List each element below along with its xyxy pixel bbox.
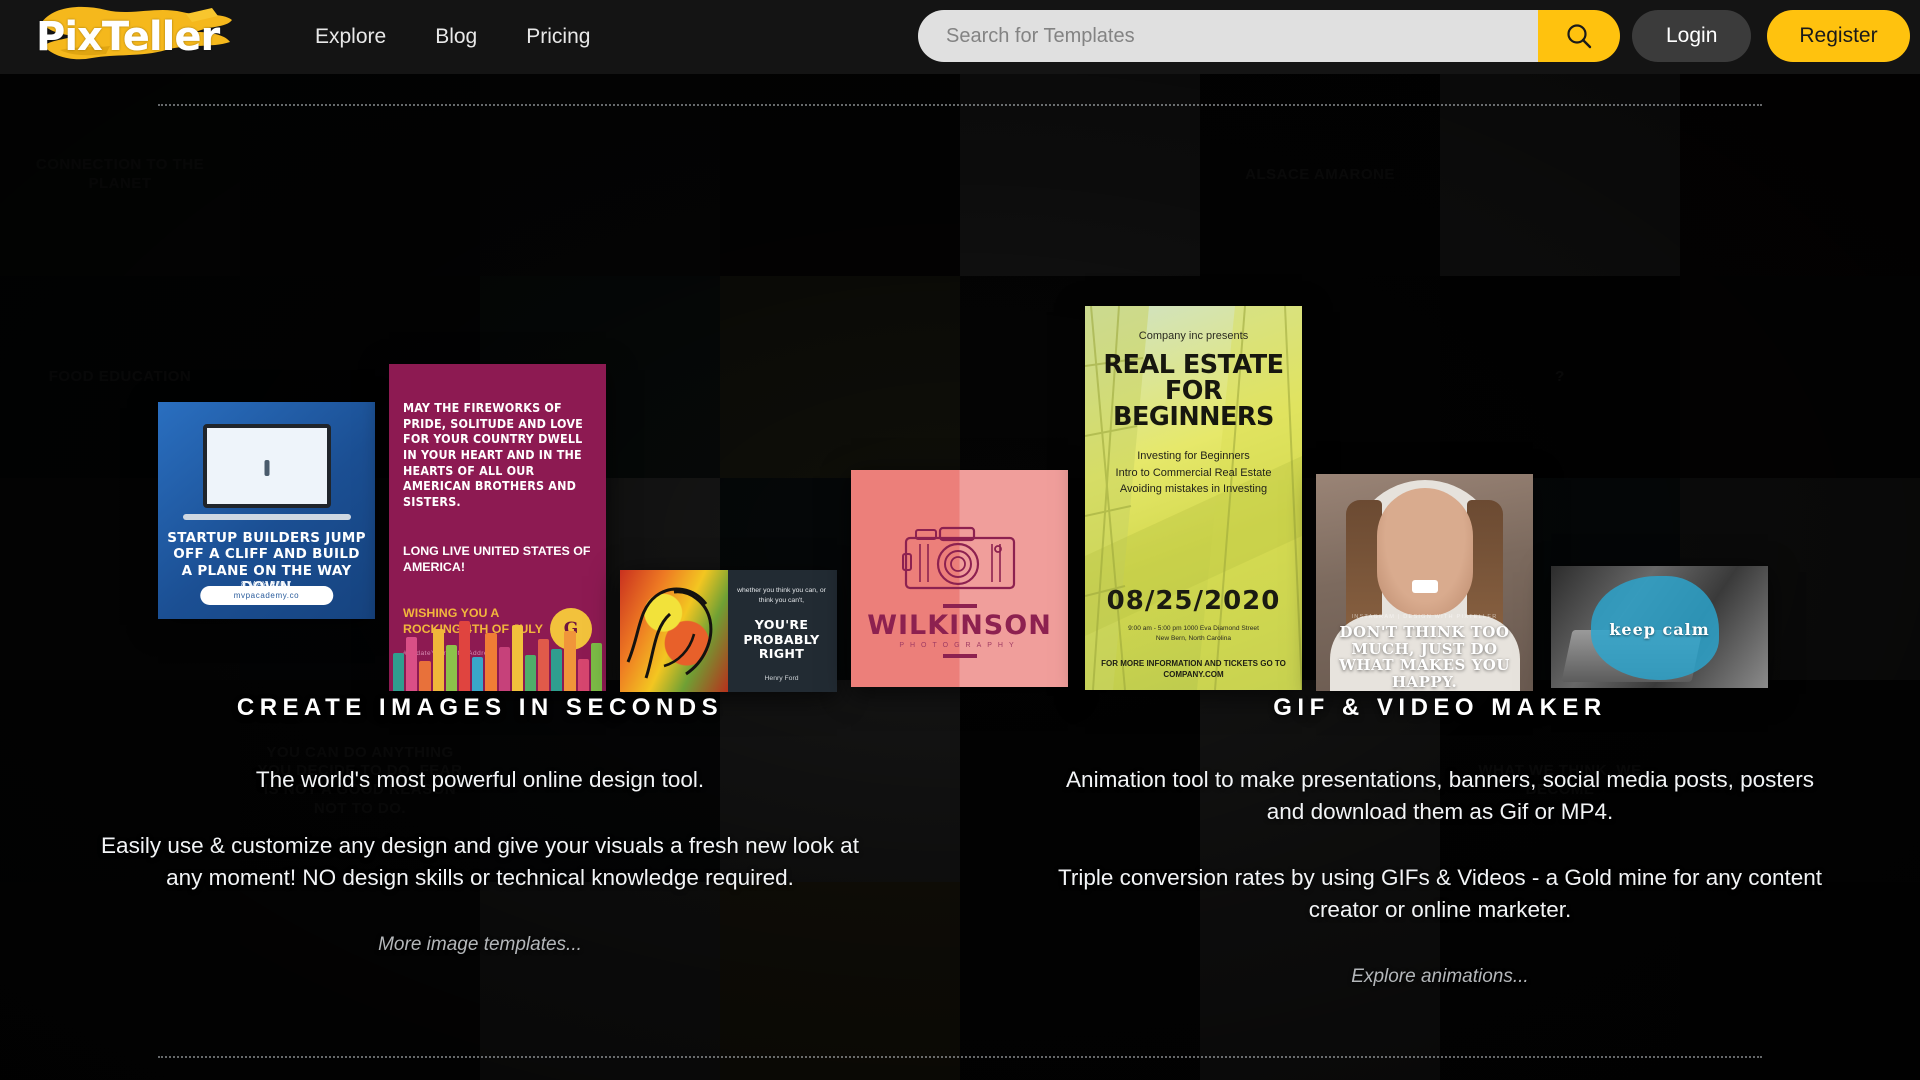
card-happy-quote: DON'T THINK TOO MUCH, JUST DO WHAT MAKES…: [1339, 623, 1510, 691]
skyline-building: [406, 637, 418, 691]
main-nav: Explore Blog Pricing: [315, 25, 590, 49]
template-card-startup[interactable]: STARTUP BUILDERS JUMP OFF A CLIFF AND BU…: [158, 402, 375, 619]
card-july-main: MAY THE FIREWORKS OF PRIDE, SOLITUDE AND…: [403, 400, 583, 509]
card-keepcalm-text: keep calm: [1609, 620, 1710, 639]
column-1-lead: The world's most powerful online design …: [255, 767, 705, 792]
skyline-building: [577, 659, 589, 691]
skyline-building: [590, 643, 602, 691]
column-2-title: GIF & VIDEO MAKER: [1273, 694, 1607, 721]
top-header: PixTeller Explore Blog Pricing Login Reg…: [0, 0, 1920, 74]
laptop-base: [182, 514, 351, 520]
laptop-illustration-icon: [202, 424, 331, 508]
skyline-building: [458, 621, 471, 691]
nav-item-pricing[interactable]: Pricing: [526, 25, 590, 49]
skyline-building: [564, 631, 576, 691]
logo-wordmark: PixTeller: [36, 14, 220, 60]
skyline-building: [524, 655, 537, 691]
skyline-building: [419, 661, 431, 691]
wilkinson-rule-bottom: [942, 654, 977, 658]
column-1-body: Easily use & customize any design and gi…: [101, 832, 859, 890]
nav-item-explore[interactable]: Explore: [315, 25, 386, 49]
skyline-building: [551, 649, 563, 691]
skyline-building: [393, 653, 405, 691]
skyline-building: [485, 633, 497, 691]
dotted-divider-top: [158, 104, 1762, 106]
skyline-building: [498, 647, 510, 691]
skyline-building: [432, 629, 444, 691]
template-card-fourth-of-july[interactable]: MAY THE FIREWORKS OF PRIDE, SOLITUDE AND…: [389, 364, 606, 691]
hero-stage: CONNECTION TO THE PLANETALSACE AMARONEFO…: [0, 74, 1920, 1080]
search-button[interactable]: [1538, 10, 1620, 62]
template-card-wilkinson-photography[interactable]: WILKINSON PHOTOGRAPHY: [851, 470, 1068, 687]
card-realestate-presents: Company inc presents: [1138, 330, 1249, 342]
column-gif-video-maker: GIF & VIDEO MAKER Animation tool to make…: [960, 694, 1920, 988]
search-icon: [1567, 24, 1592, 49]
auth-actions: Login Register: [1632, 10, 1910, 62]
template-card-keep-calm[interactable]: keep calm: [1551, 566, 1768, 688]
skyline-building: [472, 657, 484, 691]
column-2-link[interactable]: Explore animations...: [1351, 966, 1528, 987]
template-card-happy-quote[interactable]: INSTAGRAM | DESIGN WITH PIXTELLER DON'T …: [1316, 474, 1533, 691]
card-realestate-date: 08/25/2020: [1106, 586, 1281, 616]
card-quote-author: Henry Ford: [764, 675, 799, 682]
column-1-title: CREATE IMAGES IN SECONDS: [236, 694, 724, 721]
column-1-link[interactable]: More image templates...: [378, 934, 582, 955]
feature-columns: CREATE IMAGES IN SECONDS The world's mos…: [0, 694, 1920, 988]
search-bar: [918, 10, 1620, 62]
card-wilkinson-sub: PHOTOGRAPHY: [899, 642, 1020, 649]
wilkinson-rule-top: [942, 604, 977, 608]
card-startup-pill: mvpacademy.co: [199, 586, 334, 605]
skyline-building: [538, 639, 550, 691]
column-create-images: CREATE IMAGES IN SECONDS The world's mos…: [0, 694, 960, 988]
portrait-face-icon: [1376, 488, 1473, 616]
card-happy-credit: INSTAGRAM | DESIGN WITH PIXTELLER: [1351, 614, 1498, 620]
card-realestate-address: 9:00 am - 5:00 pm 1000 Eva Diamond Stree…: [1128, 625, 1259, 642]
card-july-mid: LONG LIVE UNITED STATES OF AMERICA!: [403, 544, 591, 574]
card-quote-intro: whether you think you can, or think you …: [737, 587, 826, 605]
card-quote-main: YOU'RE PROBABLY RIGHT: [743, 617, 820, 662]
search-input[interactable]: [918, 10, 1538, 62]
column-2-lead: Animation tool to make presentations, ba…: [1066, 767, 1814, 824]
skyline-building: [511, 625, 523, 691]
card-realestate-footer: FOR MORE INFORMATION AND TICKETS GO TO C…: [1101, 659, 1286, 679]
template-card-henry-ford-quote[interactable]: whether you think you can, or think you …: [620, 570, 837, 692]
skyline-building: [445, 645, 457, 691]
camera-icon: [901, 526, 1015, 590]
nav-item-blog[interactable]: Blog: [435, 25, 477, 49]
card-realestate-subtitle: Investing for Beginners Intro to Commerc…: [1115, 450, 1272, 496]
dotted-divider-bottom: [158, 1056, 1762, 1058]
lion-lines-icon: [626, 587, 713, 679]
card-realestate-title: REAL ESTATE FOR BEGINNERS: [1103, 350, 1284, 432]
city-skyline-illustration-icon: [389, 609, 606, 691]
card-wilkinson-name: WILKINSON: [867, 610, 1052, 641]
login-button[interactable]: Login: [1632, 10, 1752, 62]
register-button[interactable]: Register: [1767, 10, 1910, 62]
site-logo[interactable]: PixTeller: [28, 0, 243, 74]
column-2-body: Triple conversion rates by using GIFs & …: [1057, 864, 1823, 922]
template-card-real-estate[interactable]: Company inc presents REAL ESTATE FOR BEG…: [1085, 306, 1302, 690]
